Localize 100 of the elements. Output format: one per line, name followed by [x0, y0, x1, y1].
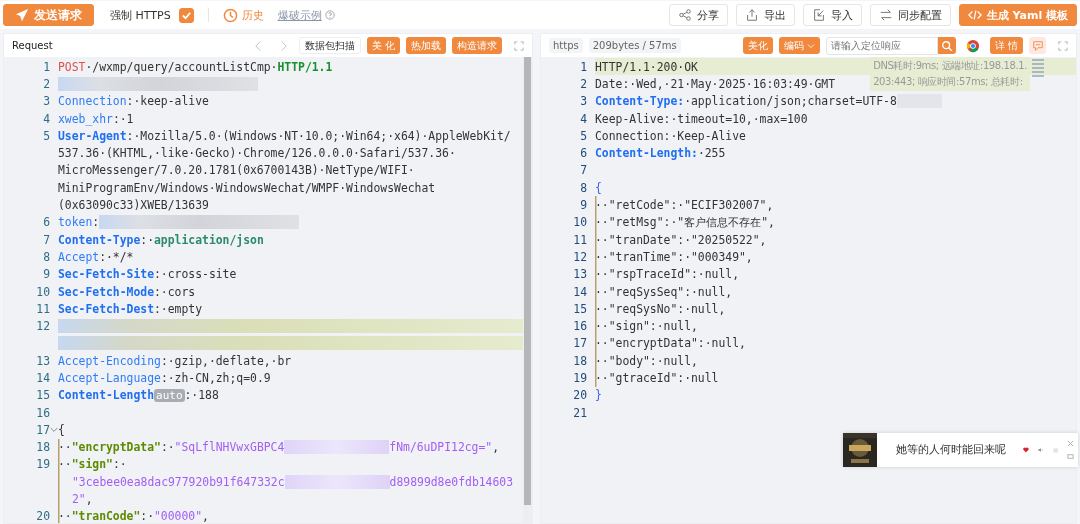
line-number: 8 [580, 180, 587, 195]
code-text: ··"rspTraceId":·null, [595, 267, 739, 282]
line-number: 17 [36, 422, 50, 437]
search-field[interactable]: 请输入定位响应 [825, 36, 938, 55]
toolbar-button[interactable]: 同步配置 [869, 4, 951, 26]
song-title: 她等的人何时能回来呢 [896, 443, 1006, 457]
action-button[interactable]: 美 化 [366, 37, 400, 54]
code-text: :·188 [184, 388, 219, 403]
code-text: Date:·Wed,·21·May·2025·16:03:49·GMT [595, 76, 836, 91]
scan-button[interactable]: 数据包扫描 [298, 37, 361, 54]
code-text: ··"sign":·null, [595, 319, 698, 334]
comment-button[interactable] [1029, 37, 1046, 54]
header-name: Content-Length [58, 388, 154, 403]
help-icon[interactable] [324, 10, 335, 20]
scheme-tag: https [549, 38, 583, 53]
back-icon[interactable] [253, 39, 263, 52]
minimap[interactable] [1032, 59, 1044, 77]
fullscreen-icon[interactable] [514, 40, 524, 51]
history-link[interactable]: 历史 [222, 7, 264, 23]
heart-icon[interactable] [1023, 444, 1029, 456]
share-icon [677, 8, 692, 22]
code-text: MicroMessenger/7.0.20.1781(0x6700143B)·NetType/WIFI· [58, 163, 415, 178]
line-number: 12 [36, 319, 50, 334]
code-text: ··"reqSysNo":·null, [595, 301, 726, 316]
toolbar-button[interactable]: 分享 [668, 4, 728, 26]
search-icon [940, 39, 953, 52]
json-key: "tranCode" [71, 509, 141, 523]
line-number: 2 [580, 76, 587, 91]
line-number: 14 [573, 284, 587, 299]
search-button[interactable] [937, 37, 956, 54]
code-text: :·keep-alive [126, 94, 209, 109]
header-name: token [58, 215, 93, 230]
code-text: :· [112, 457, 127, 472]
line-number: 13 [573, 267, 587, 282]
timing-note: DNS耗时:9ms; 远端地址:198.18.1. 203:443; 响应时间:57ms; 总耗时: [870, 57, 1030, 91]
minimize-icon[interactable] [1067, 453, 1074, 460]
line-number: 4 [43, 111, 50, 126]
browser-icon[interactable] [965, 38, 980, 53]
action-button[interactable]: 构造请求 [452, 37, 502, 54]
json-string: "SqLflNHVwxGBPC4 [174, 440, 285, 455]
code-text: , [202, 509, 209, 523]
code-text: :·cors [154, 284, 196, 299]
send-icon [15, 8, 29, 22]
code-text: Connection:·Keep-Alive [595, 128, 746, 143]
line-number: 7 [43, 232, 50, 247]
beautify-button[interactable]: 美化 [742, 37, 773, 54]
code-text: :·Mozilla/5.0·(Windows·NT·10.0;·Win64;·x64)·AppleWebKit/ [126, 128, 511, 143]
swap-icon [878, 8, 893, 22]
line-number: 3 [43, 94, 50, 109]
line-number: 6 [580, 146, 587, 161]
code-text: ··"encryptData":·null, [595, 336, 746, 351]
line-number: 18 [36, 440, 50, 455]
code-text: ·· [58, 440, 72, 455]
code-text: , [492, 440, 500, 455]
code-text: :·1 [112, 111, 134, 126]
json-string: fNm/6uDPI12cg=" [389, 440, 493, 455]
line-number: 4 [580, 111, 587, 126]
header-name: Sec-Fetch-Dest [58, 301, 154, 316]
code-text: Keep-Alive:·timeout=10,·max=100 [595, 111, 808, 126]
stats-tag: 209bytes / 57ms [588, 38, 681, 53]
fullscreen-icon[interactable] [1058, 40, 1068, 51]
upload-icon [744, 8, 759, 22]
fold-icon[interactable] [50, 425, 58, 434]
import-icon [811, 8, 826, 22]
line-number: 10 [573, 215, 587, 230]
close-icon[interactable] [1067, 440, 1074, 447]
details-button[interactable]: 详 情 [989, 37, 1023, 54]
line-number: 9 [580, 198, 587, 212]
line-number: 9 [43, 267, 50, 282]
toolbar-button[interactable]: 导入 [802, 4, 862, 26]
line-number: 2 [43, 76, 50, 91]
line-number: 15 [573, 301, 587, 316]
line-number: 7 [580, 163, 587, 178]
line-number: 11 [573, 232, 587, 247]
line-number: 6 [43, 215, 50, 230]
code-text: :· [140, 232, 154, 247]
toolbar-button[interactable]: 导出 [735, 4, 795, 26]
code-text: ·· [58, 509, 72, 523]
code-text: ··"body":·null, [595, 353, 698, 368]
code-text: :·cross-site [154, 267, 237, 282]
code-text: :· [160, 440, 175, 455]
line-number: 14 [36, 371, 50, 385]
line-number: 3 [580, 94, 587, 109]
example-link[interactable]: 爆破示例 [277, 7, 322, 23]
code-text: ·/wxmp/query/accountListCmp· [85, 59, 278, 74]
scrollbar-thumb[interactable] [524, 57, 531, 505]
code-text: MiniProgramEnv/Windows·WindowsWechat/WMPF·WindowsWechat [58, 180, 436, 195]
force-https-checkbox[interactable] [178, 7, 194, 23]
code-text: ··"retCode":·"ECIF302007", [595, 198, 774, 212]
send-request-button[interactable]: 发送请求 [3, 4, 94, 26]
caret-icon [806, 42, 815, 49]
line-number: 5 [580, 128, 587, 143]
action-button[interactable]: 热加载 [406, 37, 446, 54]
line-number: 16 [36, 405, 50, 420]
generate-template-button[interactable]: 生成 Yaml 模板 [958, 4, 1077, 26]
encode-dropdown[interactable]: 编码 [778, 37, 820, 54]
header-name: Content-Length: [595, 146, 698, 161]
header-value: application/json [154, 232, 264, 247]
code-text: ·255 [697, 146, 726, 161]
header-name: xweb_xhr [58, 111, 113, 126]
